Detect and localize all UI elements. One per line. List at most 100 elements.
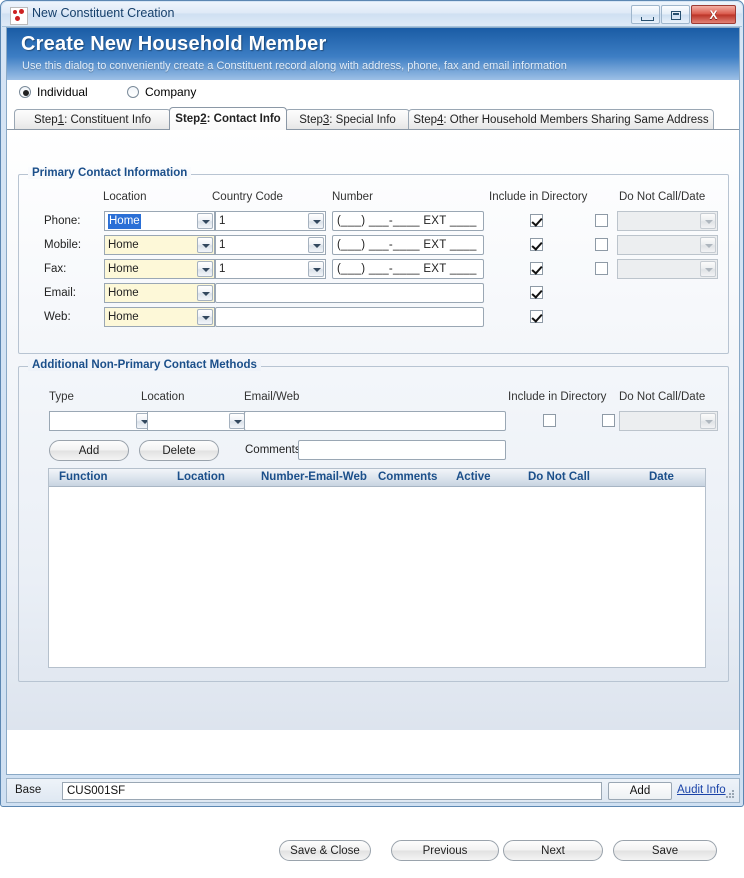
mobile-number-input[interactable]: (___) ___-____ EXT ____	[332, 235, 484, 255]
chevron-down-icon[interactable]	[308, 237, 324, 253]
resize-grip[interactable]	[725, 789, 735, 799]
primary-contact-group: Primary Contact Information Location Cou…	[18, 167, 729, 354]
grid-col-comments[interactable]: Comments	[378, 471, 437, 483]
comments-input[interactable]	[298, 440, 506, 460]
grid-col-date[interactable]: Date	[649, 471, 674, 483]
col-header-add-location: Location	[141, 391, 185, 403]
save-button[interactable]: Save	[613, 840, 717, 861]
additional-include-directory-checkbox[interactable]	[543, 414, 556, 427]
email-address-input[interactable]	[215, 283, 484, 303]
minimize-button[interactable]	[631, 5, 660, 24]
phone-country-code-combo[interactable]: 1	[215, 211, 326, 231]
audit-info-link[interactable]: Audit Info	[677, 784, 726, 796]
add-contact-method-button[interactable]: Add	[49, 440, 129, 461]
web-location-value: Home	[108, 311, 139, 323]
chevron-down-icon[interactable]	[700, 413, 716, 429]
comments-label: Comments	[245, 444, 301, 456]
tab-step-2[interactable]: Step 2: Contact Info	[169, 107, 287, 130]
fax-location-value: Home	[108, 263, 139, 275]
base-code-input[interactable]: CUS001SF	[62, 782, 602, 800]
page-title: Create New Household Member	[21, 33, 327, 55]
base-code-value: CUS001SF	[67, 785, 126, 797]
form-panel: Primary Contact Information Location Cou…	[7, 129, 739, 861]
chevron-down-icon[interactable]	[700, 213, 716, 229]
base-label: Base	[15, 784, 42, 796]
phone-do-not-call-date-combo[interactable]	[617, 211, 718, 231]
phone-location-combo[interactable]: Home	[104, 211, 215, 231]
web-address-input[interactable]	[215, 307, 484, 327]
chevron-down-icon[interactable]	[700, 261, 716, 277]
status-add-button[interactable]: Add	[608, 782, 672, 800]
radio-individual[interactable]: Individual	[19, 85, 88, 99]
additional-location-combo[interactable]	[147, 411, 247, 431]
mobile-do-not-call-checkbox[interactable]	[595, 238, 608, 251]
contact-methods-grid[interactable]: Function Location Number-Email-Web Comme…	[48, 468, 706, 668]
grid-col-location[interactable]: Location	[177, 471, 225, 483]
window-title: New Constituent Creation	[32, 6, 175, 20]
tab-step-4-prefix: Step	[413, 114, 437, 126]
fax-number-value: (___) ___-____ EXT ____	[337, 263, 477, 275]
chevron-down-icon[interactable]	[229, 413, 245, 429]
fax-include-directory-checkbox[interactable]	[530, 262, 543, 275]
mobile-country-code-value: 1	[219, 239, 226, 251]
additional-type-combo[interactable]	[49, 411, 154, 431]
chevron-down-icon[interactable]	[197, 237, 213, 253]
chevron-down-icon[interactable]	[308, 261, 324, 277]
grid-col-active[interactable]: Active	[456, 471, 491, 483]
row-label-phone: Phone:	[44, 215, 81, 227]
tab-step-1-prefix: Step	[33, 114, 58, 126]
radio-company-label: Company	[145, 85, 197, 99]
phone-country-code-value: 1	[219, 215, 226, 227]
app-icon	[10, 7, 28, 25]
mobile-country-code-combo[interactable]: 1	[215, 235, 326, 255]
mobile-location-value: Home	[108, 239, 139, 251]
phone-number-value: (___) ___-____ EXT ____	[337, 215, 477, 227]
email-location-combo[interactable]: Home	[104, 283, 215, 303]
tab-step-3[interactable]: Step 3: Special Info	[285, 109, 410, 130]
grid-header-row: Function Location Number-Email-Web Comme…	[49, 469, 705, 487]
web-location-combo[interactable]: Home	[104, 307, 215, 327]
additional-do-not-call-checkbox[interactable]	[602, 414, 615, 427]
fax-location-combo[interactable]: Home	[104, 259, 215, 279]
fax-country-code-combo[interactable]: 1	[215, 259, 326, 279]
phone-location-value: Home	[108, 214, 141, 229]
phone-include-directory-checkbox[interactable]	[530, 214, 543, 227]
mobile-location-combo[interactable]: Home	[104, 235, 215, 255]
window-controls: X	[630, 5, 736, 25]
tab-step-3-prefix: Step	[299, 114, 323, 126]
phone-number-input[interactable]: (___) ___-____ EXT ____	[332, 211, 484, 231]
tab-step-4-suffix: : Other Household Members Sharing Same A…	[443, 114, 709, 126]
web-include-directory-checkbox[interactable]	[530, 310, 543, 323]
next-button[interactable]: Next	[503, 840, 603, 861]
phone-do-not-call-checkbox[interactable]	[595, 214, 608, 227]
grid-col-do-not-call[interactable]: Do Not Call	[528, 471, 590, 483]
mobile-do-not-call-date-combo[interactable]	[617, 235, 718, 255]
fax-do-not-call-date-combo[interactable]	[617, 259, 718, 279]
mobile-include-directory-checkbox[interactable]	[530, 238, 543, 251]
grid-col-number-email-web[interactable]: Number-Email-Web	[261, 471, 367, 483]
chevron-down-icon[interactable]	[197, 213, 213, 229]
additional-do-not-call-date-combo[interactable]	[619, 411, 718, 431]
chevron-down-icon[interactable]	[700, 237, 716, 253]
fax-number-input[interactable]: (___) ___-____ EXT ____	[332, 259, 484, 279]
chevron-down-icon[interactable]	[308, 213, 324, 229]
fax-do-not-call-checkbox[interactable]	[595, 262, 608, 275]
grid-col-function[interactable]: Function	[59, 471, 108, 483]
tab-step-2-suffix: : Contact Info	[206, 113, 281, 125]
primary-contact-group-label: Primary Contact Information	[28, 167, 192, 179]
maximize-button[interactable]	[661, 5, 690, 24]
save-and-close-button[interactable]: Save & Close	[279, 840, 371, 861]
additional-email-web-input[interactable]	[244, 411, 506, 431]
footer-button-bar: Save & Close Previous Next Save	[7, 832, 739, 878]
header-banner: Create New Household Member Use this dia…	[7, 28, 739, 80]
chevron-down-icon[interactable]	[197, 309, 213, 325]
tab-step-1[interactable]: Step 1: Constituent Info	[14, 109, 171, 130]
chevron-down-icon[interactable]	[197, 285, 213, 301]
radio-company[interactable]: Company	[127, 85, 196, 99]
close-button[interactable]: X	[691, 5, 736, 24]
tab-step-4[interactable]: Step 4: Other Household Members Sharing …	[408, 109, 714, 130]
delete-contact-method-button[interactable]: Delete	[139, 440, 219, 461]
chevron-down-icon[interactable]	[197, 261, 213, 277]
email-include-directory-checkbox[interactable]	[530, 286, 543, 299]
previous-button[interactable]: Previous	[391, 840, 499, 861]
